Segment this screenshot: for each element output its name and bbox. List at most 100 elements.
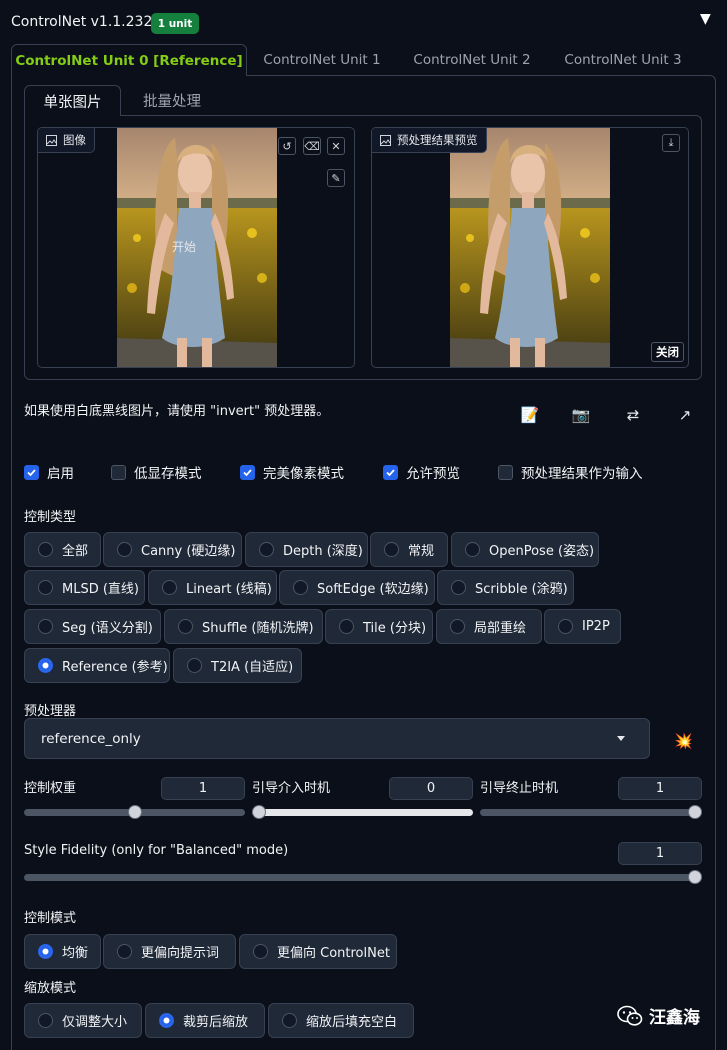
control-type-option[interactable]: T2IA (自适应) bbox=[173, 648, 302, 683]
control-type-option[interactable]: Lineart (线稿) bbox=[148, 570, 277, 605]
chevron-down-icon bbox=[617, 736, 625, 741]
control-mode-option[interactable]: 更偏向 ControlNet bbox=[239, 934, 397, 969]
end-slider-handle[interactable] bbox=[688, 805, 702, 819]
radio-icon bbox=[558, 619, 573, 634]
option-label: MLSD (直线) bbox=[62, 582, 139, 597]
camera-icon[interactable]: 📷 bbox=[569, 405, 593, 425]
low-vram-checkbox[interactable]: 低显存模式 bbox=[111, 462, 202, 482]
control-type-option[interactable]: IP2P bbox=[544, 609, 621, 644]
resize-mode-option[interactable]: 仅调整大小 bbox=[24, 1003, 142, 1038]
resize-mode-option-selected[interactable]: 裁剪后缩放 bbox=[145, 1003, 265, 1038]
style-fidelity-slider[interactable] bbox=[24, 874, 702, 881]
end-label: 引导终止时机 bbox=[480, 781, 559, 796]
start-slider[interactable] bbox=[252, 809, 473, 816]
brush-icon[interactable]: ✎ bbox=[327, 169, 345, 187]
eraser-icon[interactable]: ⌫ bbox=[303, 137, 321, 155]
control-type-option[interactable]: Canny (硬边缘) bbox=[103, 532, 242, 567]
pixel-perfect-checkbox[interactable]: 完美像素模式 bbox=[240, 462, 344, 482]
preprocessor-dropdown[interactable]: reference_only bbox=[24, 718, 650, 759]
control-type-option[interactable]: 局部重绘 bbox=[436, 609, 542, 644]
memo-icon[interactable]: 📝 bbox=[518, 405, 542, 425]
tab-unit-3[interactable]: ControlNet Unit 3 bbox=[553, 44, 693, 76]
radio-icon bbox=[339, 619, 354, 634]
control-type-option-selected[interactable]: Reference (参考) bbox=[24, 648, 170, 683]
style-fidelity-input[interactable]: 1 bbox=[618, 842, 702, 865]
resize-mode-option[interactable]: 缩放后填充空白 bbox=[268, 1003, 414, 1038]
weight-slider-handle[interactable] bbox=[128, 805, 142, 819]
control-type-option[interactable]: MLSD (直线) bbox=[24, 570, 145, 605]
radio-icon bbox=[293, 580, 308, 595]
control-type-option[interactable]: Tile (分块) bbox=[325, 609, 433, 644]
radio-icon bbox=[117, 944, 132, 959]
option-label: 缩放后填充空白 bbox=[306, 1015, 398, 1030]
preview-label: 预处理结果预览 bbox=[372, 128, 487, 153]
wechat-icon bbox=[617, 1005, 643, 1026]
control-mode-option[interactable]: 更偏向提示词 bbox=[103, 934, 236, 969]
radio-selected-icon bbox=[38, 658, 53, 673]
send-dimensions-icon[interactable]: ↗ bbox=[673, 405, 697, 425]
close-icon[interactable]: ✕ bbox=[327, 137, 345, 155]
radio-icon bbox=[162, 580, 177, 595]
option-label: T2IA (自适应) bbox=[211, 660, 294, 675]
enable-checkbox[interactable]: 启用 bbox=[24, 462, 74, 482]
option-label: SoftEdge (软边缘) bbox=[317, 582, 429, 597]
radio-icon bbox=[38, 580, 53, 595]
control-type-option[interactable]: Depth (深度) bbox=[245, 532, 368, 567]
rotate-icon[interactable]: ↺ bbox=[278, 137, 296, 155]
download-icon[interactable]: ⤓ bbox=[662, 134, 680, 152]
control-type-option[interactable]: SoftEdge (软边缘) bbox=[279, 570, 435, 605]
option-label: 更偏向提示词 bbox=[141, 946, 220, 961]
checkbox-label: 预处理结果作为输入 bbox=[521, 466, 643, 482]
image-icon bbox=[46, 134, 57, 146]
preprocessor-value: reference_only bbox=[41, 730, 141, 747]
control-type-label: 控制类型 bbox=[24, 510, 77, 525]
checkbox-label: 允许预览 bbox=[406, 466, 460, 482]
control-type-option[interactable]: Shuffle (随机洗牌) bbox=[164, 609, 323, 644]
control-type-option[interactable]: 全部 bbox=[24, 532, 101, 567]
allow-preview-checkbox[interactable]: 允许预览 bbox=[383, 462, 460, 482]
end-input[interactable]: 1 bbox=[618, 777, 702, 800]
end-slider[interactable] bbox=[480, 809, 702, 816]
option-label: Canny (硬边缘) bbox=[141, 544, 236, 559]
tab-batch[interactable]: 批量处理 bbox=[124, 85, 220, 116]
extension-title[interactable]: ControlNet v1.1.232 bbox=[11, 14, 152, 30]
overlay-text: 开始 bbox=[172, 240, 197, 254]
radio-selected-icon bbox=[159, 1013, 174, 1028]
control-mode-option-selected[interactable]: 均衡 bbox=[24, 934, 101, 969]
tab-unit-2[interactable]: ControlNet Unit 2 bbox=[402, 44, 542, 76]
control-type-option[interactable]: Scribble (涂鸦) bbox=[437, 570, 574, 605]
option-label: 常规 bbox=[408, 544, 435, 559]
option-label: Shuffle (随机洗牌) bbox=[202, 621, 314, 636]
style-fidelity-slider-handle[interactable] bbox=[688, 870, 702, 884]
style-fidelity-label: Style Fidelity (only for "Balanced" mode… bbox=[24, 843, 289, 858]
radio-icon bbox=[384, 542, 399, 557]
invert-hint: 如果使用白底黑线图片，请使用 "invert" 预处理器。 bbox=[24, 404, 330, 419]
start-input[interactable]: 0 bbox=[389, 777, 473, 800]
run-preprocessor-icon[interactable]: 💥 bbox=[674, 732, 693, 750]
radio-icon bbox=[451, 580, 466, 595]
tab-unit-1[interactable]: ControlNet Unit 1 bbox=[252, 44, 392, 76]
option-label: Reference (参考) bbox=[62, 660, 168, 675]
option-label: IP2P bbox=[582, 619, 610, 634]
weight-input[interactable]: 1 bbox=[161, 777, 245, 800]
option-label: Seg (语义分割) bbox=[62, 621, 153, 636]
image-icon bbox=[380, 134, 391, 146]
radio-icon bbox=[187, 658, 202, 673]
control-type-option[interactable]: Seg (语义分割) bbox=[24, 609, 161, 644]
input-image-label-text: 图像 bbox=[63, 133, 86, 147]
preprocessor-preview: 预处理结果预览 ⤓ 关闭 bbox=[371, 127, 689, 368]
preprocessor-as-input-checkbox[interactable]: 预处理结果作为输入 bbox=[498, 462, 643, 482]
input-image-canvas[interactable]: 图像 开始 ↺ ⌫ ✕ ✎ bbox=[37, 127, 355, 368]
start-label: 引导介入时机 bbox=[252, 781, 331, 796]
swap-icon[interactable]: ⇄ bbox=[621, 405, 645, 425]
tab-unit-0[interactable]: ControlNet Unit 0 [Reference] bbox=[11, 44, 247, 76]
collapse-icon[interactable]: ▼ bbox=[700, 11, 711, 27]
control-type-option[interactable]: OpenPose (姿态) bbox=[451, 532, 599, 567]
close-preview-button[interactable]: 关闭 bbox=[651, 342, 684, 362]
checkbox-label: 低显存模式 bbox=[134, 466, 202, 482]
option-label: Scribble (涂鸦) bbox=[475, 582, 568, 597]
control-type-option[interactable]: 常规 bbox=[370, 532, 448, 567]
tab-single-image[interactable]: 单张图片 bbox=[24, 85, 121, 116]
start-slider-handle[interactable] bbox=[252, 805, 266, 819]
option-label: 均衡 bbox=[62, 946, 89, 961]
